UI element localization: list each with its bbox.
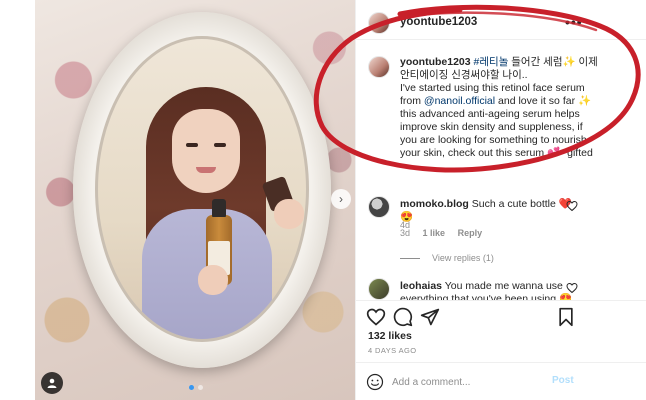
comment-text: momoko.blog Such a cute bottle ❤️😍 (400, 198, 580, 224)
heart-icon[interactable] (566, 200, 578, 212)
comment-username[interactable]: leohaias (400, 280, 442, 292)
add-comment-bar: Post (356, 362, 646, 400)
heart-icon[interactable] (566, 282, 578, 294)
comment-meta: 3d 1 like Reply (400, 228, 492, 238)
chevron-right-icon[interactable]: › (331, 189, 351, 209)
mention-link[interactable]: @nanoil.official (424, 95, 495, 107)
view-replies-button[interactable]: View replies (1) (400, 253, 494, 263)
caption-text: yoontube1203 #레티놀 들어간 세럼✨ 이제 안티에이징 신경써야할… (400, 56, 600, 160)
divider (400, 257, 420, 259)
heart-icon[interactable] (366, 307, 386, 327)
avatar[interactable] (368, 56, 390, 78)
post-button[interactable]: Post (552, 375, 574, 386)
eye (214, 143, 226, 147)
carousel-dot-active (189, 385, 194, 390)
more-icon[interactable]: ••• (565, 14, 583, 30)
comment-input[interactable] (392, 372, 572, 392)
mirror-reflection (95, 36, 309, 342)
hand (274, 199, 304, 229)
emoji-icon[interactable] (366, 373, 384, 391)
view-replies-label: View replies (1) (432, 253, 494, 263)
user-tag-icon[interactable] (41, 372, 63, 394)
post-header: yoontube1203 ••• (356, 0, 646, 40)
header-username[interactable]: yoontube1203 (400, 16, 477, 28)
face (172, 109, 240, 193)
mouth (196, 167, 216, 173)
comment-likes[interactable]: 1 like (423, 228, 446, 238)
share-icon[interactable] (420, 307, 440, 327)
carousel-dot (198, 385, 203, 390)
action-bar (356, 300, 646, 332)
post-photo[interactable]: › (35, 0, 355, 400)
bookmark-icon[interactable] (556, 307, 576, 327)
comment-time: 3d (400, 228, 411, 238)
like-count[interactable]: 132 likes (368, 330, 412, 342)
avatar[interactable] (368, 196, 390, 218)
hashtag-link[interactable]: #레티놀 (474, 56, 509, 68)
bottle-cap (212, 199, 226, 217)
comment-username[interactable]: momoko.blog (400, 198, 469, 210)
avatar[interactable] (368, 12, 390, 34)
eye (186, 143, 198, 147)
post-date: 4 DAYS AGO (368, 346, 417, 355)
post-panel: yoontube1203 ••• yoontube1203 #레티놀 들어간 세… (355, 0, 646, 400)
caption-username[interactable]: yoontube1203 (400, 56, 471, 68)
carousel-dots (189, 385, 203, 390)
avatar[interactable] (368, 278, 390, 300)
hand (198, 265, 228, 295)
reply-button[interactable]: Reply (458, 228, 483, 238)
comment-icon[interactable] (393, 307, 413, 327)
